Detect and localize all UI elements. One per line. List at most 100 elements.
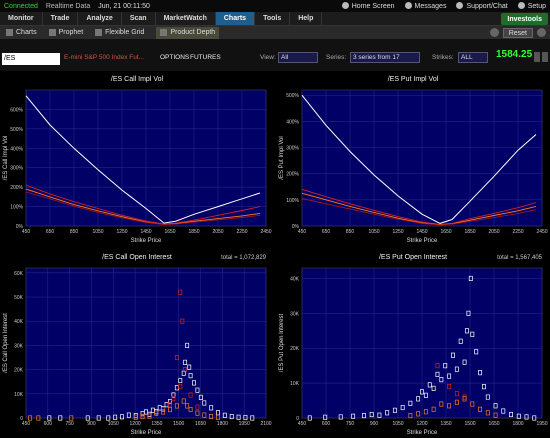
series-label: Series: xyxy=(326,54,347,61)
y-tick-label: 40K xyxy=(14,319,24,325)
price-menu-icon[interactable] xyxy=(542,52,548,62)
realtime-status: Realtime Data xyxy=(45,2,91,10)
tab-tools[interactable]: Tools xyxy=(255,12,291,25)
chart-title: /ES Call Impl Vol xyxy=(111,76,164,83)
gear-icon[interactable] xyxy=(537,28,546,37)
chart-total: total = 1,567,405 xyxy=(497,255,543,261)
home-screen-link[interactable]: Home Screen xyxy=(341,2,395,10)
y-tick-label: 0 xyxy=(296,416,299,422)
x-tick-label: 2250 xyxy=(236,229,247,235)
tab-monitor[interactable]: Monitor xyxy=(0,12,43,25)
x-tick-label: 1050 xyxy=(108,421,119,427)
setup-link[interactable]: Setup xyxy=(517,2,546,10)
x-tick-label: 450 xyxy=(22,421,31,427)
x-tick-label: 1050 xyxy=(92,229,103,235)
y-axis-label: /ES Put Open Interest xyxy=(279,313,285,372)
chart-title: /ES Call Open Interest xyxy=(102,254,172,261)
x-tick-label: 1050 xyxy=(368,229,379,235)
y-tick-label: 300% xyxy=(10,166,23,172)
subtab-prophet[interactable]: Prophet xyxy=(48,29,83,36)
mail-icon xyxy=(404,2,412,9)
x-tick-label: 2100 xyxy=(260,421,271,427)
datetime: Jun, 21 00:11:50 xyxy=(98,2,150,10)
x-tick-label: 1450 xyxy=(140,229,151,235)
x-tick-label: 1800 xyxy=(217,421,228,427)
x-tick-label: 450 xyxy=(298,421,307,427)
put-open-interest-panel: /ES Put Open Interest total = 1,567,405 45… xyxy=(276,250,550,438)
chart-subtoolbar: Charts Prophet Flexible Grid Product Dep… xyxy=(0,26,550,39)
tab-analyze[interactable]: Analyze xyxy=(78,12,122,25)
call-impl-vol-chart: /ES Call Impl Vol 450 650 850 1050 1250 1450 16… xyxy=(3,76,272,244)
chart-total: total = 1,072,829 xyxy=(221,255,267,261)
tab-charts[interactable]: Charts xyxy=(215,12,256,25)
y-axis-label: /ES Put Impl Vol xyxy=(279,136,285,179)
investools-button[interactable]: Investools xyxy=(501,13,548,25)
subtab-flexible-grid[interactable]: Flexible Grid xyxy=(95,29,144,36)
support-chat-link[interactable]: Support/Chat xyxy=(456,2,508,10)
y-tick-label: 500% xyxy=(286,93,299,99)
y-tick-label: 400% xyxy=(10,146,23,152)
x-tick-label: 1850 xyxy=(464,229,475,235)
x-tick-label: 850 xyxy=(70,229,79,235)
tab-marketwatch[interactable]: MarketWatch xyxy=(156,12,216,25)
x-tick-label: 650 xyxy=(46,229,55,235)
call-open-interest-chart: /ES Call Open Interest total = 1,072,829 4… xyxy=(3,254,272,436)
x-tick-label: 1950 xyxy=(536,421,547,427)
options-toggle[interactable]: OPTIONS xyxy=(160,54,189,61)
y-tick-label: 100% xyxy=(286,198,299,204)
grid-icon xyxy=(95,29,103,36)
y-tick-label: 300% xyxy=(286,146,299,152)
product-depth-icon xyxy=(160,29,168,36)
x-axis-label: Strike Price xyxy=(407,430,438,436)
y-tick-label: 0% xyxy=(292,224,300,230)
call-impl-vol-panel: /ES Call Impl Vol 450 650 850 1050 1250 1450 16… xyxy=(0,72,274,246)
x-tick-label: 900 xyxy=(370,421,379,427)
futures-toggle[interactable]: FUTURES xyxy=(190,54,221,61)
x-tick-label: 2450 xyxy=(260,229,271,235)
x-tick-label: 1500 xyxy=(173,421,184,427)
x-tick-label: 650 xyxy=(322,229,331,235)
y-tick-label: 500% xyxy=(10,127,23,133)
x-tick-label: 600 xyxy=(322,421,331,427)
x-tick-label: 1950 xyxy=(239,421,250,427)
prophet-icon xyxy=(48,29,56,36)
link-icon[interactable] xyxy=(489,28,499,37)
tab-scan[interactable]: Scan xyxy=(122,12,156,25)
gear-icon xyxy=(517,2,525,9)
x-tick-label: 2450 xyxy=(536,229,547,235)
x-tick-label: 450 xyxy=(298,229,307,235)
y-tick-label: 10K xyxy=(290,381,300,387)
y-tick-label: 30K xyxy=(290,311,300,317)
y-tick-label: 0% xyxy=(16,224,24,230)
tab-trade[interactable]: Trade xyxy=(43,12,79,25)
series-select[interactable]: 3 series from 17 xyxy=(350,52,420,63)
subtab-product-depth[interactable]: Product Depth xyxy=(156,26,220,39)
x-tick-label: 1050 xyxy=(392,421,403,427)
y-tick-label: 100% xyxy=(10,205,23,211)
y-tick-label: 10K xyxy=(14,392,24,398)
x-tick-label: 2050 xyxy=(488,229,499,235)
x-tick-label: 750 xyxy=(346,421,355,427)
symbol-description: E-mini S&P 500 Index Fut... xyxy=(64,54,145,61)
y-tick-label: 20K xyxy=(14,368,24,374)
x-tick-label: 1350 xyxy=(440,421,451,427)
x-tick-label: 1650 xyxy=(488,421,499,427)
chat-icon xyxy=(456,2,464,9)
y-axis-label: /ES Call Open Interest xyxy=(3,313,9,373)
view-select[interactable]: All xyxy=(278,52,318,63)
messages-link[interactable]: Messages xyxy=(404,2,446,10)
x-tick-label: 2250 xyxy=(512,229,523,235)
symbol-input[interactable]: /ES xyxy=(2,53,60,65)
x-tick-label: 1450 xyxy=(416,229,427,235)
y-tick-label: 200% xyxy=(286,172,299,178)
y-tick-label: 400% xyxy=(286,119,299,125)
put-open-interest-chart: /ES Put Open Interest total = 1,567,405 45… xyxy=(279,254,548,436)
strikes-select[interactable]: ALL xyxy=(458,52,488,63)
subtab-charts[interactable]: Charts xyxy=(6,29,37,36)
reset-button[interactable]: Reset xyxy=(502,27,533,38)
y-tick-label: 50K xyxy=(14,295,24,301)
y-tick-label: 20K xyxy=(290,346,300,352)
y-tick-label: 30K xyxy=(14,343,24,349)
tab-help[interactable]: Help xyxy=(290,12,323,25)
price-settings-icon[interactable] xyxy=(534,52,540,62)
